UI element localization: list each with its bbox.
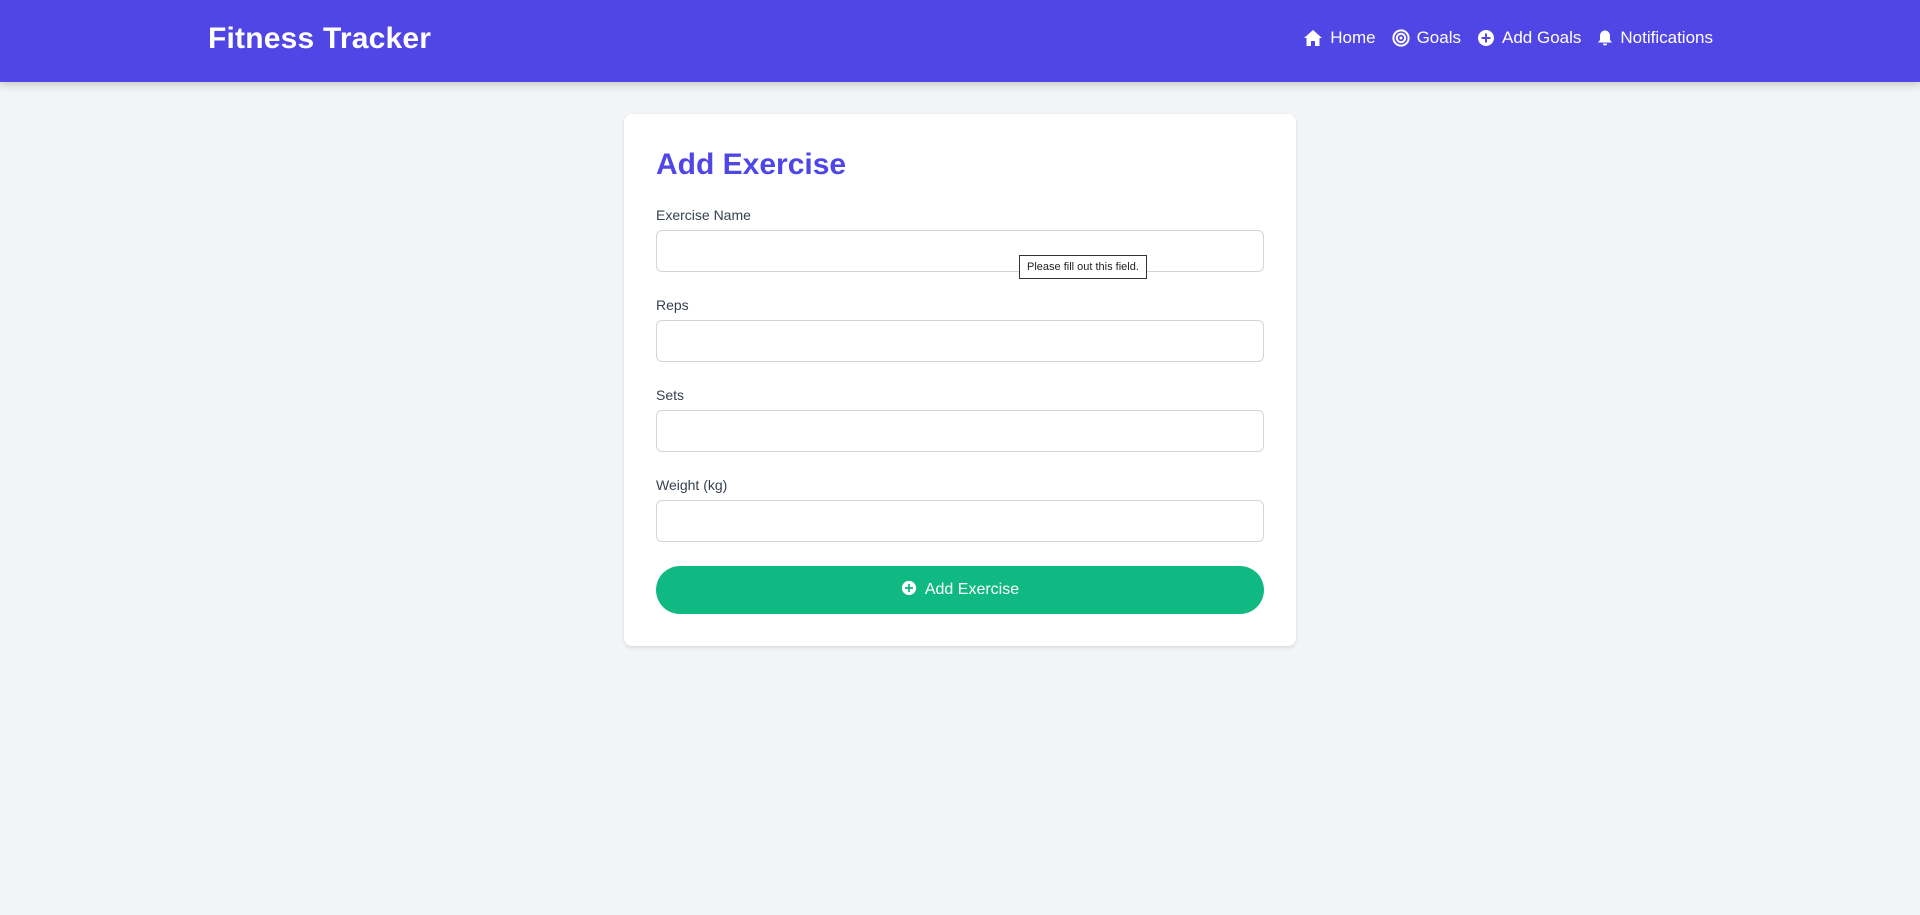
weight-input[interactable] xyxy=(656,500,1264,542)
reps-label: Reps xyxy=(656,297,689,313)
bell-icon xyxy=(1597,29,1613,47)
reps-input[interactable] xyxy=(656,320,1264,362)
nav-home[interactable]: Home xyxy=(1303,28,1376,48)
main-nav: Home Goals Add Goals Notifications xyxy=(1303,28,1713,48)
add-exercise-button[interactable]: Add Exercise xyxy=(656,566,1264,614)
brand-logo[interactable]: Fitness Tracker xyxy=(208,22,431,56)
weight-label: Weight (kg) xyxy=(656,477,728,493)
nav-notifications[interactable]: Notifications xyxy=(1597,28,1713,48)
add-exercise-card: Add Exercise Exercise Name Reps Sets Wei… xyxy=(624,114,1296,646)
nav-add-goals-label: Add Goals xyxy=(1502,28,1582,47)
nav-home-label: Home xyxy=(1330,28,1376,47)
plus-circle-icon xyxy=(1477,29,1495,47)
add-exercise-button-label: Add Exercise xyxy=(924,581,1020,598)
sets-input[interactable] xyxy=(656,410,1264,452)
page-title: Add Exercise xyxy=(656,148,847,181)
sets-label: Sets xyxy=(656,387,685,403)
nav-notifications-label: Notifications xyxy=(1620,28,1713,47)
validation-tooltip: Please fill out this field. xyxy=(1019,255,1147,279)
nav-goals-label: Goals xyxy=(1416,28,1461,47)
nav-add-goals[interactable]: Add Goals xyxy=(1477,28,1581,48)
plus-circle-icon xyxy=(901,580,917,601)
target-icon xyxy=(1391,29,1410,47)
nav-goals[interactable]: Goals xyxy=(1391,28,1461,48)
home-icon xyxy=(1303,29,1323,47)
top-navbar: Fitness Tracker Home Goals Add Goals Not… xyxy=(0,0,1920,82)
exercise-name-label: Exercise Name xyxy=(656,207,751,223)
exercise-name-input[interactable] xyxy=(656,230,1264,272)
